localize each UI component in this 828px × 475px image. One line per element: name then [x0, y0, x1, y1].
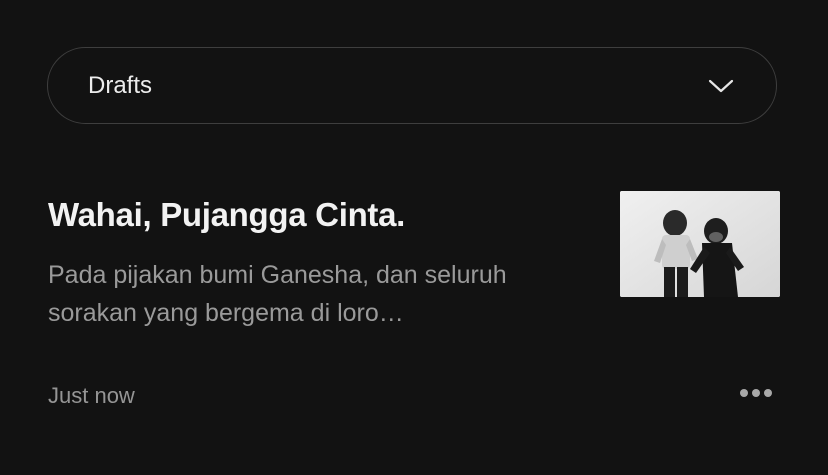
chevron-down-icon — [708, 79, 734, 92]
drafts-page: Drafts Wahai, Pujangga Cinta. Pada pijak… — [0, 0, 828, 475]
draft-post-item[interactable]: Wahai, Pujangga Cinta. Pada pijakan bumi… — [48, 190, 780, 420]
post-timestamp: Just now — [48, 383, 135, 408]
more-horizontal-icon-dot — [752, 389, 760, 397]
drafts-dropdown[interactable]: Drafts — [47, 47, 777, 124]
dropdown-selected-label: Drafts — [88, 71, 153, 99]
more-horizontal-icon-dot — [740, 389, 748, 397]
more-horizontal-icon-dot — [764, 389, 772, 397]
more-options-button[interactable] — [734, 380, 778, 406]
post-excerpt[interactable]: Pada pijakan bumi Ganesha, dan seluruh s… — [48, 256, 588, 332]
post-title[interactable]: Wahai, Pujangga Cinta. — [48, 196, 405, 234]
post-thumbnail[interactable] — [620, 191, 780, 297]
